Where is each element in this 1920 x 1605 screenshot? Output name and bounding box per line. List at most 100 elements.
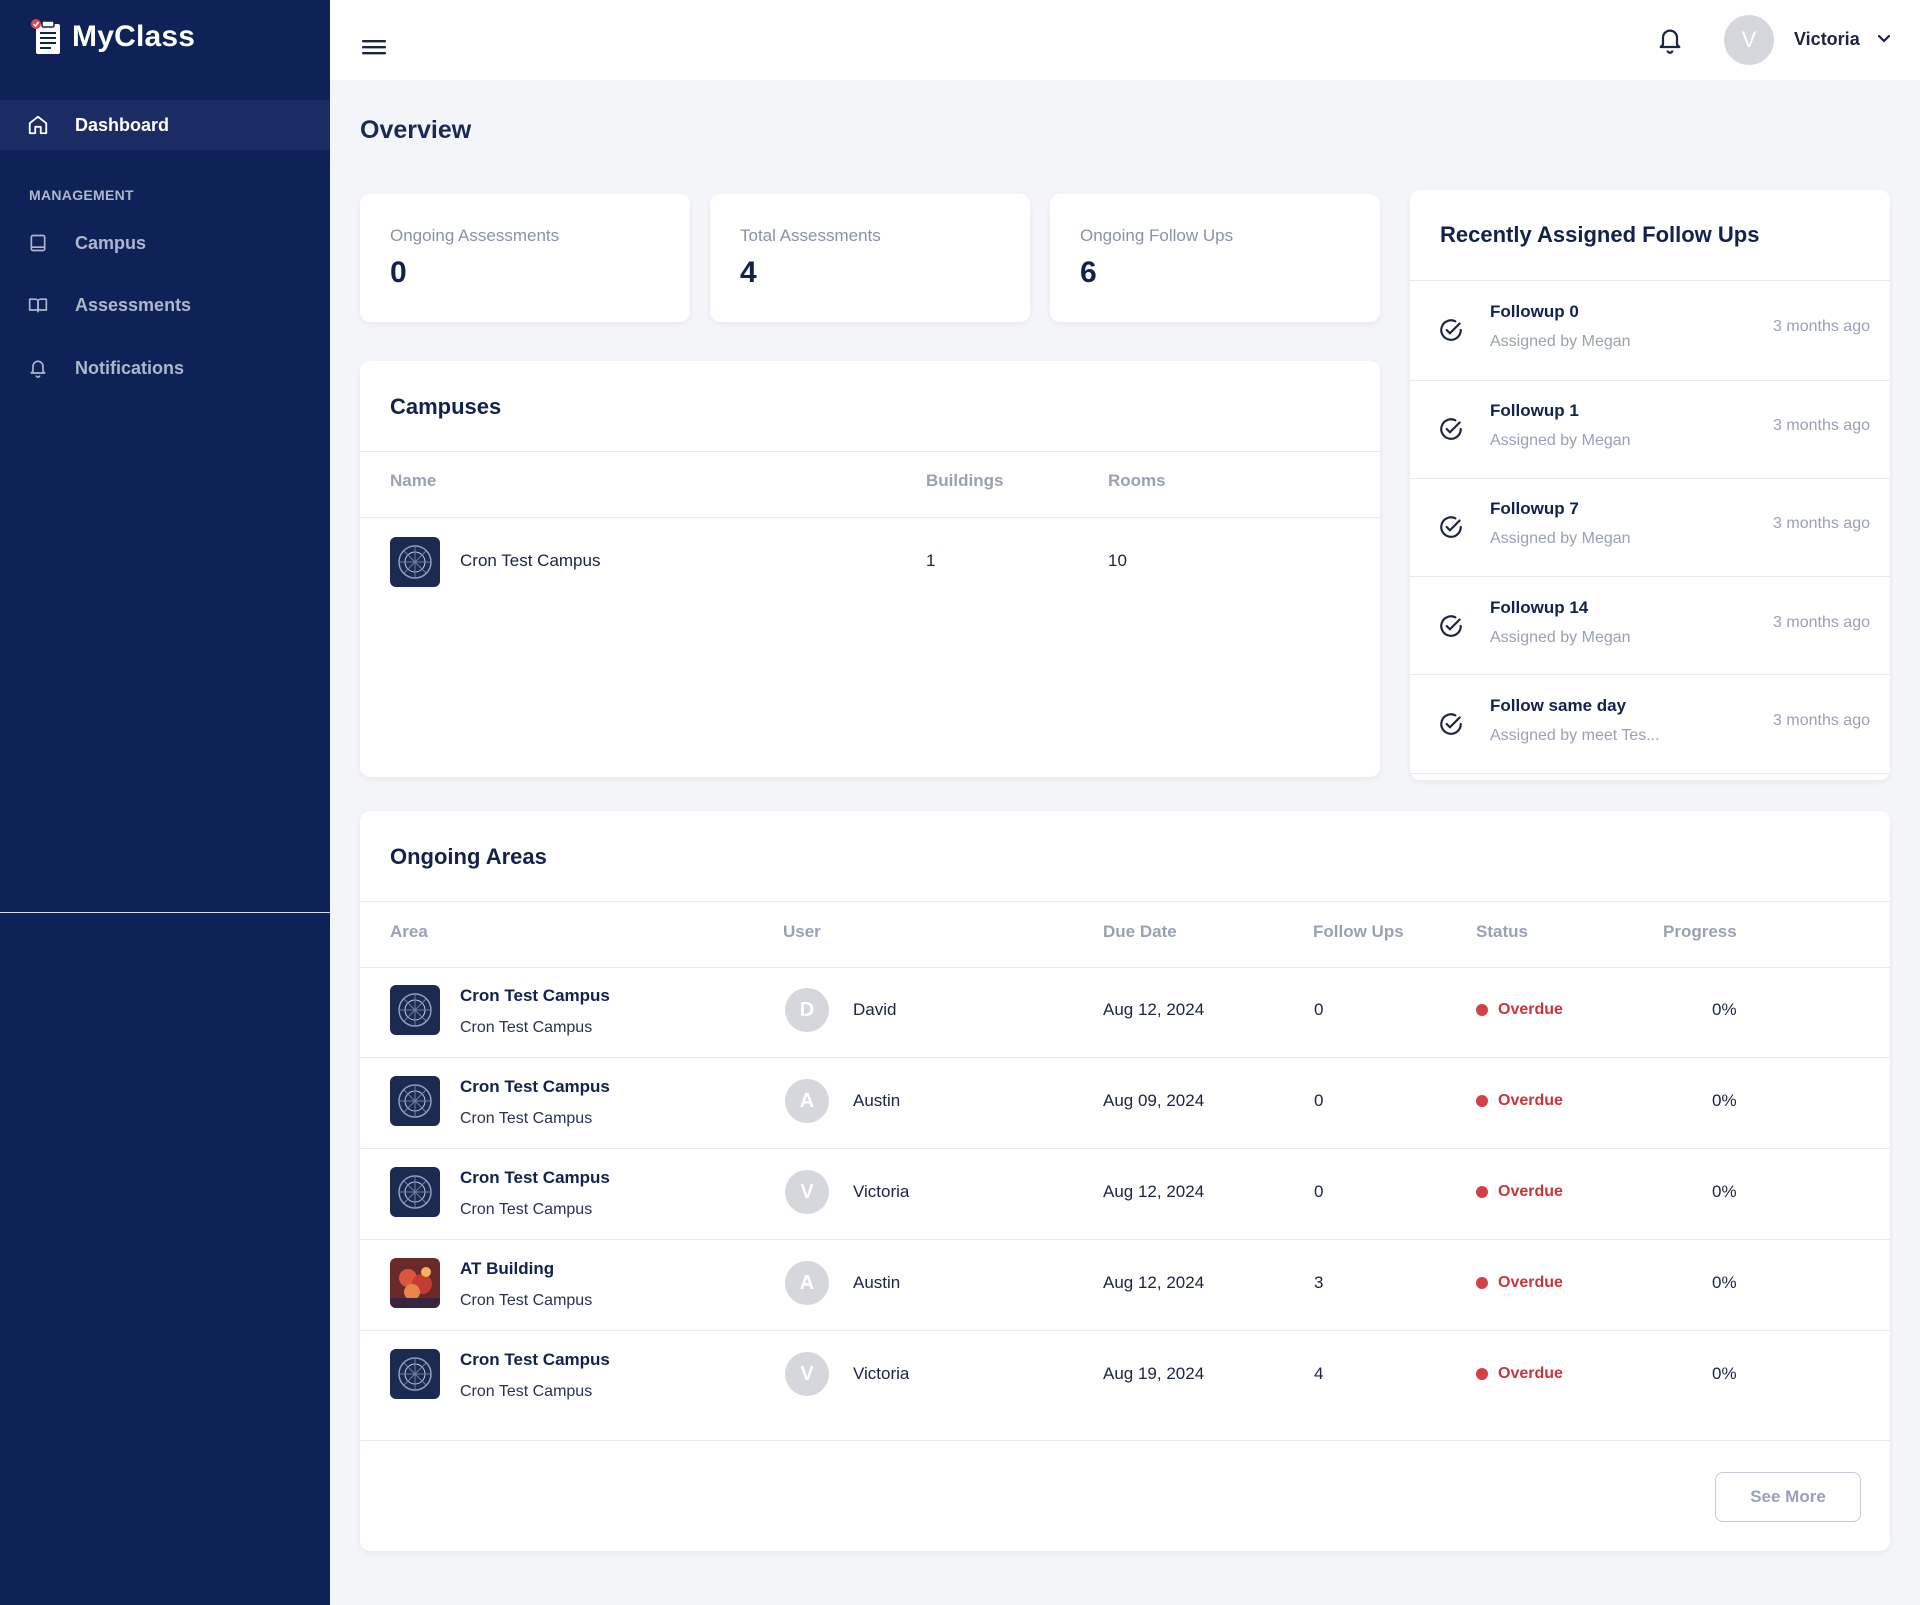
divider — [1410, 773, 1890, 774]
ongoing-areas-title: Ongoing Areas — [390, 844, 547, 869]
follow-up-time: 3 months ago — [1773, 318, 1870, 335]
follow-ups-count: 0 — [1314, 1182, 1324, 1201]
check-circle-icon — [1440, 615, 1462, 637]
user-name: Victoria — [853, 1182, 910, 1201]
sidebar-item-assessments[interactable]: Assessments — [0, 280, 330, 330]
divider — [360, 901, 1890, 902]
stat-value: 6 — [1080, 256, 1097, 289]
user-name[interactable]: Victoria — [1794, 29, 1860, 50]
area-thumbnail — [390, 1258, 440, 1308]
divider — [360, 967, 1890, 968]
area-campus: Cron Test Campus — [460, 1201, 593, 1218]
divider — [1410, 380, 1890, 381]
area-campus: Cron Test Campus — [460, 1019, 593, 1036]
notification-bell-icon[interactable] — [1656, 26, 1684, 54]
area-campus: Cron Test Campus — [460, 1110, 593, 1127]
user-avatar: D — [785, 988, 829, 1032]
follow-up-time: 3 months ago — [1773, 515, 1870, 532]
status-badge: Overdue — [1476, 1274, 1563, 1292]
divider — [1410, 280, 1890, 281]
divider — [360, 1148, 1890, 1149]
sidebar: MyClass Dashboard MANAGEMENT Campus Asse… — [0, 0, 330, 1605]
stat-card-total-assessments: Total Assessments 4 — [710, 194, 1030, 322]
sidebar-item-dashboard[interactable]: Dashboard — [0, 100, 330, 150]
follow-ups-count: 3 — [1314, 1273, 1324, 1292]
sidebar-item-campus[interactable]: Campus — [0, 218, 330, 268]
divider — [360, 1440, 1890, 1441]
app-name: MyClass — [72, 20, 196, 53]
area-name[interactable]: Cron Test Campus — [460, 1168, 610, 1188]
status-badge: Overdue — [1476, 1183, 1563, 1201]
clipboard-logo-icon — [31, 19, 60, 54]
user-avatar[interactable]: V — [1724, 15, 1774, 65]
divider — [360, 451, 1380, 452]
sidebar-item-label: Assessments — [75, 294, 192, 315]
status-dot-icon — [1476, 1095, 1488, 1107]
campus-name[interactable]: Cron Test Campus — [460, 551, 600, 571]
status-label: Overdue — [1498, 1274, 1563, 1291]
user-name: Austin — [853, 1273, 901, 1292]
follow-up-assigned-by: Assigned by meet Tes... — [1490, 727, 1660, 744]
follow-up-title: Followup 7 — [1490, 499, 1579, 518]
status-dot-icon — [1476, 1004, 1488, 1016]
sidebar-item-notifications[interactable]: Notifications — [0, 343, 330, 393]
due-date: Aug 19, 2024 — [1103, 1364, 1205, 1383]
divider — [360, 1057, 1890, 1058]
due-date: Aug 12, 2024 — [1103, 1273, 1205, 1292]
column-header-name: Name — [390, 471, 437, 490]
column-header-follow-ups: Follow Ups — [1313, 922, 1404, 941]
area-thumbnail — [390, 1076, 440, 1126]
stat-label: Total Assessments — [740, 226, 881, 245]
area-name[interactable]: Cron Test Campus — [460, 1350, 610, 1370]
menu-icon[interactable] — [362, 38, 386, 56]
column-header-buildings: Buildings — [926, 471, 1004, 490]
area-thumbnail — [390, 1167, 440, 1217]
stat-label: Ongoing Follow Ups — [1080, 226, 1234, 245]
follow-up-assigned-by: Assigned by Megan — [1490, 530, 1631, 547]
status-dot-icon — [1476, 1186, 1488, 1198]
user-avatar: V — [785, 1170, 829, 1214]
follow-up-time: 3 months ago — [1773, 614, 1870, 631]
due-date: Aug 12, 2024 — [1103, 1182, 1205, 1201]
campuses-title: Campuses — [390, 394, 502, 419]
status-label: Overdue — [1498, 1001, 1563, 1018]
status-badge: Overdue — [1476, 1365, 1563, 1383]
campuses-card: Campuses Name Buildings Rooms Cron Test … — [360, 361, 1380, 777]
sidebar-item-label: Campus — [75, 232, 147, 253]
area-name[interactable]: Cron Test Campus — [460, 1077, 610, 1097]
see-more-button[interactable]: See More — [1715, 1472, 1861, 1522]
user-name: David — [853, 1000, 897, 1019]
divider — [1410, 478, 1890, 479]
column-header-user: User — [783, 922, 821, 941]
column-header-rooms: Rooms — [1108, 471, 1166, 490]
stat-value: 4 — [740, 256, 757, 289]
user-name: Austin — [853, 1091, 901, 1110]
stat-card-ongoing-assessments: Ongoing Assessments 0 — [360, 194, 690, 322]
status-dot-icon — [1476, 1368, 1488, 1380]
chevron-down-icon[interactable] — [1876, 33, 1892, 45]
stat-card-ongoing-follow-ups: Ongoing Follow Ups 6 — [1050, 194, 1380, 322]
home-icon — [26, 113, 50, 137]
column-header-status: Status — [1476, 922, 1528, 941]
column-header-due-date: Due Date — [1103, 922, 1177, 941]
app-logo[interactable]: MyClass — [30, 18, 195, 56]
sidebar-item-label: Dashboard — [75, 114, 170, 135]
progress-value: 0% — [1712, 1182, 1737, 1201]
area-name[interactable]: Cron Test Campus — [460, 986, 610, 1006]
due-date: Aug 12, 2024 — [1103, 1000, 1205, 1019]
status-label: Overdue — [1498, 1183, 1563, 1200]
area-thumbnail — [390, 985, 440, 1035]
status-label: Overdue — [1498, 1365, 1563, 1382]
sidebar-divider — [0, 912, 330, 913]
divider — [360, 1330, 1890, 1331]
follow-up-assigned-by: Assigned by Megan — [1490, 432, 1631, 449]
stat-value: 0 — [390, 256, 407, 289]
status-badge: Overdue — [1476, 1092, 1563, 1110]
follow-up-title: Followup 0 — [1490, 302, 1579, 321]
follow-ups-card: Recently Assigned Follow Ups Followup 0 … — [1410, 190, 1890, 780]
divider — [360, 1239, 1890, 1240]
check-circle-icon — [1440, 516, 1462, 538]
area-name[interactable]: AT Building — [460, 1259, 554, 1279]
ongoing-areas-card: Ongoing Areas Area User Due Date Follow … — [360, 811, 1890, 1551]
progress-value: 0% — [1712, 1000, 1737, 1019]
